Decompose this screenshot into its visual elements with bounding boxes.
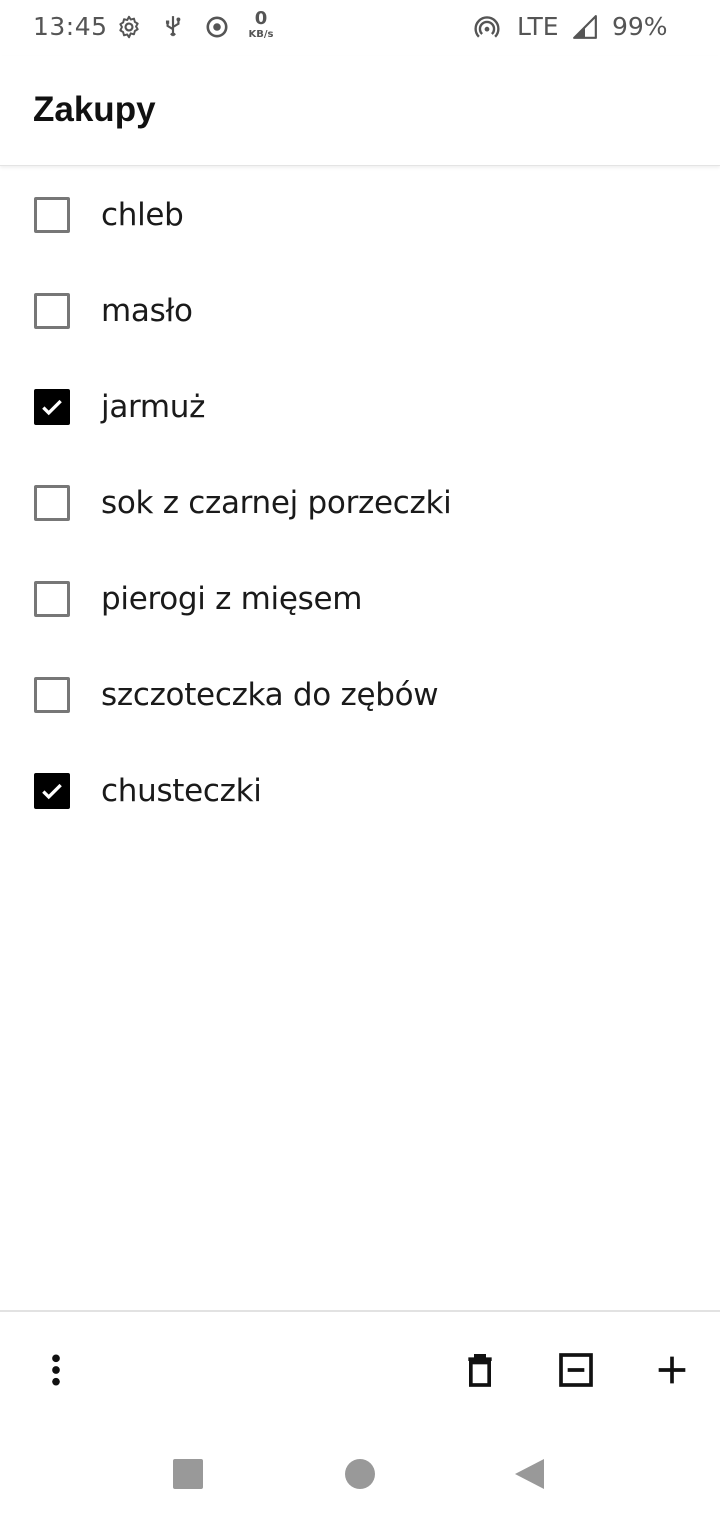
list-item[interactable]: pierogi z mięsem bbox=[0, 551, 720, 647]
item-label: chusteczki bbox=[101, 773, 262, 809]
list-item[interactable]: jarmuż bbox=[0, 359, 720, 455]
shopping-list: chleb masło jarmuż sok z czarnej porzecz… bbox=[0, 167, 720, 839]
item-label: chleb bbox=[101, 197, 184, 233]
signal-icon bbox=[572, 14, 598, 40]
status-bar: 13:45 0 KB/s LTE 99% bbox=[0, 0, 720, 56]
network-type: LTE bbox=[517, 12, 559, 41]
item-label: pierogi z mięsem bbox=[101, 581, 363, 617]
status-time: 13:45 bbox=[33, 12, 108, 41]
list-item[interactable]: chusteczki bbox=[0, 743, 720, 839]
settings-icon bbox=[116, 14, 142, 40]
add-icon[interactable] bbox=[650, 1348, 694, 1392]
recents-icon[interactable] bbox=[170, 1456, 206, 1492]
item-checkbox[interactable] bbox=[34, 677, 70, 713]
check-icon bbox=[42, 783, 62, 800]
remove-checked-icon[interactable] bbox=[554, 1348, 598, 1392]
netspeed-value: 0 bbox=[254, 8, 268, 29]
hotspot-icon bbox=[474, 14, 500, 40]
bottom-toolbar bbox=[0, 1310, 720, 1428]
delete-icon[interactable] bbox=[458, 1348, 502, 1392]
netspeed-indicator: 0 KB/s bbox=[244, 10, 278, 40]
more-vert-icon[interactable] bbox=[34, 1348, 78, 1392]
list-item[interactable]: szczoteczka do zębów bbox=[0, 647, 720, 743]
item-label: masło bbox=[101, 293, 193, 329]
item-label: szczoteczka do zębów bbox=[101, 677, 439, 713]
netspeed-unit: KB/s bbox=[248, 29, 274, 40]
list-item[interactable]: masło bbox=[0, 263, 720, 359]
item-checkbox[interactable] bbox=[34, 581, 70, 617]
back-icon[interactable] bbox=[512, 1456, 548, 1492]
item-checkbox[interactable] bbox=[34, 197, 70, 233]
check-icon bbox=[42, 399, 62, 416]
list-item[interactable]: chleb bbox=[0, 167, 720, 263]
list-item[interactable]: sok z czarnej porzeczki bbox=[0, 455, 720, 551]
item-checkbox[interactable] bbox=[34, 293, 70, 329]
item-label: jarmuż bbox=[101, 389, 206, 425]
usb-icon bbox=[160, 14, 186, 40]
item-label: sok z czarnej porzeczki bbox=[101, 485, 452, 521]
item-checkbox[interactable] bbox=[34, 389, 70, 425]
home-icon[interactable] bbox=[342, 1456, 378, 1492]
item-checkbox[interactable] bbox=[34, 485, 70, 521]
system-nav-bar bbox=[0, 1428, 720, 1520]
battery-level: 99% bbox=[612, 12, 668, 41]
record-icon bbox=[204, 14, 230, 40]
app-bar: Zakupy bbox=[0, 56, 720, 166]
item-checkbox[interactable] bbox=[34, 773, 70, 809]
page-title: Zakupy bbox=[33, 90, 156, 129]
